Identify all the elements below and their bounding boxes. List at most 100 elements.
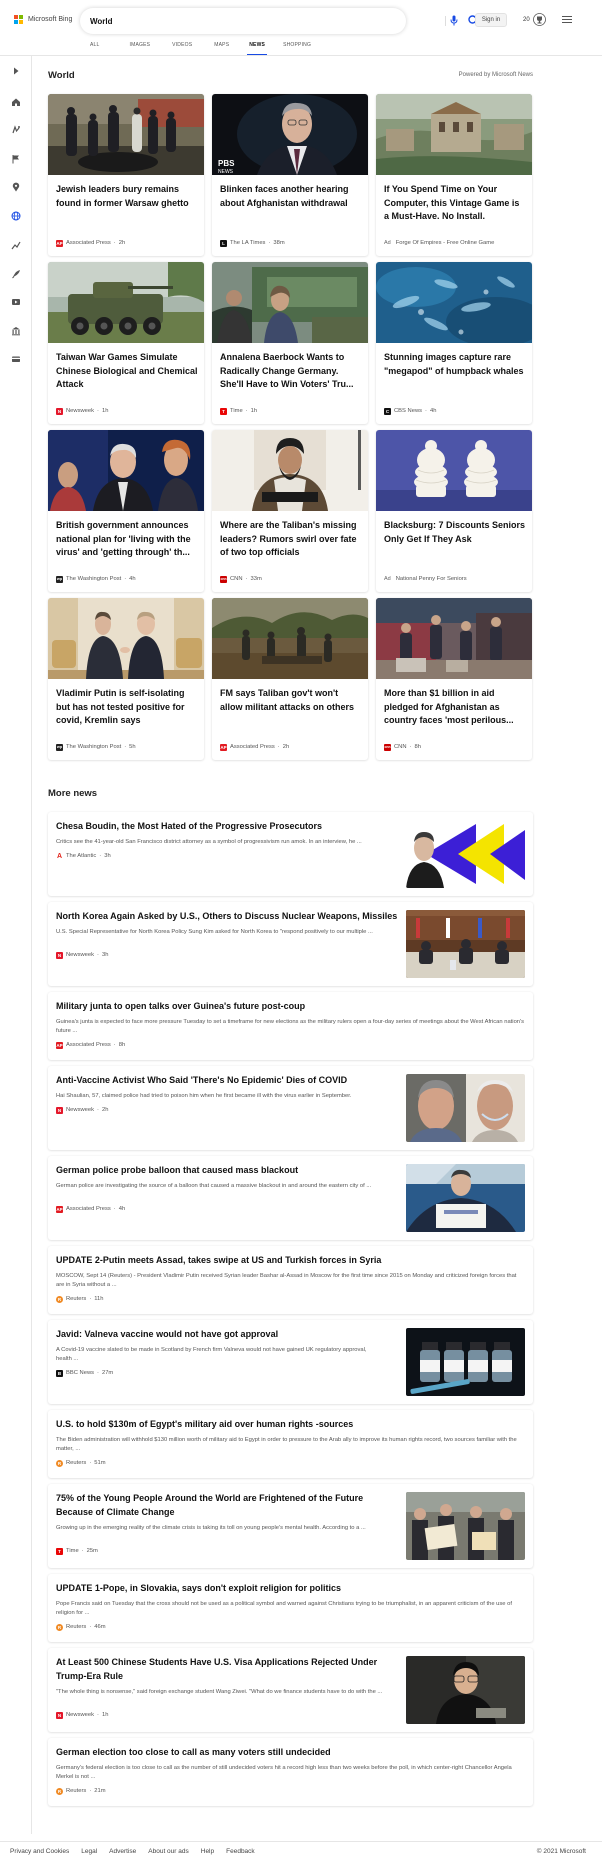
search-input[interactable] xyxy=(90,13,290,29)
source-time: 8h xyxy=(118,1042,126,1048)
footer-link-legal[interactable]: Legal xyxy=(81,1848,97,1855)
rewards-count[interactable]: 20 xyxy=(523,17,530,23)
entertainment-icon[interactable] xyxy=(11,297,21,307)
tab-videos[interactable]: VIDEOS xyxy=(172,42,192,54)
card-title[interactable]: Blacksburg: 7 Discounts Seniors Only Get… xyxy=(384,519,526,546)
home-icon[interactable] xyxy=(11,97,21,107)
source-logo-icon: N xyxy=(56,1106,63,1114)
globe-icon[interactable] xyxy=(11,211,21,221)
news-list-item[interactable]: UPDATE 2-Putin meets Assad, takes swipe … xyxy=(48,1246,533,1314)
flag-icon[interactable] xyxy=(11,154,21,164)
news-title[interactable]: At Least 500 Chinese Students Have U.S. … xyxy=(56,1656,401,1683)
card-title[interactable]: British government announces national pl… xyxy=(56,519,198,560)
menu-hamburger-icon[interactable] xyxy=(562,16,572,25)
news-list-item[interactable]: Chesa Boudin, the Most Hated of the Prog… xyxy=(48,812,533,896)
card-image xyxy=(48,94,204,175)
news-list-item[interactable]: Anti-Vaccine Activist Who Said 'There's … xyxy=(48,1066,533,1150)
card-title[interactable]: FM says Taliban gov't won't allow milita… xyxy=(220,687,362,714)
news-list-item[interactable]: 75% of the Young People Around the World… xyxy=(48,1484,533,1568)
footer-link-help[interactable]: Help xyxy=(201,1848,214,1855)
source-time: 8h xyxy=(414,744,421,750)
sign-in-button[interactable]: Sign in xyxy=(475,13,507,27)
news-source: R Reuters · 51m xyxy=(56,1459,106,1467)
news-card[interactable]: Where are the Taliban's missing leaders?… xyxy=(212,430,368,592)
rocket-icon[interactable] xyxy=(11,269,21,279)
news-title[interactable]: Anti-Vaccine Activist Who Said 'There's … xyxy=(56,1074,401,1088)
news-card[interactable]: Taiwan War Games Simulate Chinese Biolog… xyxy=(48,262,204,424)
news-card[interactable]: More than $1 billion in aid pledged for … xyxy=(376,598,532,760)
news-list-item[interactable]: Javid: Valneva vaccine would not have go… xyxy=(48,1320,533,1404)
source-logo-icon: N xyxy=(56,951,63,959)
business-icon[interactable] xyxy=(11,240,21,250)
footer-link-privacy[interactable]: Privacy and Cookies xyxy=(10,1848,69,1855)
card-title[interactable]: Vladimir Putin is self-isolating but has… xyxy=(56,687,198,728)
news-source: B BBC News · 27m xyxy=(56,1369,114,1377)
card-title[interactable]: If You Spend Time on Your Computer, this… xyxy=(384,183,526,224)
tab-maps[interactable]: MAPS xyxy=(214,42,229,54)
news-card[interactable]: British government announces national pl… xyxy=(48,430,204,592)
search-box[interactable] xyxy=(80,8,479,34)
news-list-item[interactable]: U.S. to hold $130m of Egypt's military a… xyxy=(48,1410,533,1478)
news-list-item[interactable]: At Least 500 Chinese Students Have U.S. … xyxy=(48,1648,533,1732)
news-list-item[interactable]: German election too close to call as man… xyxy=(48,1738,533,1806)
card-image xyxy=(376,262,532,343)
card-title[interactable]: Where are the Taliban's missing leaders?… xyxy=(220,519,362,560)
card-title[interactable]: Jewish leaders bury remains found in for… xyxy=(56,183,198,210)
news-card[interactable]: Jewish leaders bury remains found in for… xyxy=(48,94,204,256)
news-source: R Reuters · 11h xyxy=(56,1295,104,1303)
news-list-item[interactable]: German police probe balloon that caused … xyxy=(48,1156,533,1240)
card-icon[interactable] xyxy=(11,354,21,364)
news-title[interactable]: North Korea Again Asked by U.S., Others … xyxy=(56,910,401,924)
news-title[interactable]: UPDATE 2-Putin meets Assad, takes swipe … xyxy=(56,1254,526,1268)
footer-link-about-ads[interactable]: About our ads xyxy=(148,1848,188,1855)
bing-logo[interactable]: Microsoft Bing xyxy=(14,15,72,24)
source-time: 1h xyxy=(250,408,258,414)
news-title[interactable]: Military junta to open talks over Guinea… xyxy=(56,1000,526,1014)
news-card[interactable]: FM says Taliban gov't won't allow milita… xyxy=(212,598,368,760)
news-title[interactable]: UPDATE 1-Pope, in Slovakia, says don't e… xyxy=(56,1582,526,1596)
news-description: Critics see the 41-year-old San Francisc… xyxy=(56,839,362,845)
news-title[interactable]: Javid: Valneva vaccine would not have go… xyxy=(56,1328,401,1342)
tab-all[interactable]: ALL xyxy=(90,42,100,54)
news-card[interactable]: PBS NEWS Blinken faces another hearing a… xyxy=(212,94,368,256)
microphone-icon[interactable] xyxy=(450,15,458,26)
building-icon[interactable] xyxy=(11,326,21,336)
news-title[interactable]: Chesa Boudin, the Most Hated of the Prog… xyxy=(56,820,396,834)
news-list-item[interactable]: North Korea Again Asked by U.S., Others … xyxy=(48,902,533,986)
rewards-trophy-icon[interactable] xyxy=(533,13,546,26)
card-title[interactable]: Blinken faces another hearing about Afgh… xyxy=(220,183,362,210)
discover-icon[interactable] xyxy=(11,125,21,135)
news-source: N Newsweek · 2h xyxy=(56,1106,109,1114)
source-name: Time xyxy=(230,408,243,414)
news-card[interactable]: Vladimir Putin is self-isolating but has… xyxy=(48,598,204,760)
footer-link-advertise[interactable]: Advertise xyxy=(109,1848,136,1855)
news-card[interactable]: Annalena Baerbock Wants to Radically Cha… xyxy=(212,262,368,424)
news-card[interactable]: Stunning images capture rare "megapod" o… xyxy=(376,262,532,424)
collapse-arrow-icon[interactable] xyxy=(11,66,21,76)
card-title[interactable]: Taiwan War Games Simulate Chinese Biolog… xyxy=(56,351,198,392)
news-title[interactable]: German election too close to call as man… xyxy=(56,1746,526,1760)
card-title[interactable]: Annalena Baerbock Wants to Radically Cha… xyxy=(220,351,362,392)
source-name: The Washington Post xyxy=(66,576,122,582)
card-image xyxy=(376,430,532,511)
location-icon[interactable] xyxy=(11,182,21,192)
source-name: Forge Of Empires - Free Online Game xyxy=(395,240,495,246)
tab-images[interactable]: IMAGES xyxy=(130,42,151,54)
tab-shopping[interactable]: SHOPPING xyxy=(283,42,311,54)
news-description: "The whole thing is nonsense," said fore… xyxy=(56,1689,383,1695)
source-time: 3h xyxy=(104,853,111,859)
news-title[interactable]: 75% of the Young People Around the World… xyxy=(56,1492,401,1519)
ad-card[interactable]: Blacksburg: 7 Discounts Seniors Only Get… xyxy=(376,430,532,592)
news-title[interactable]: U.S. to hold $130m of Egypt's military a… xyxy=(56,1418,526,1432)
ad-card[interactable]: If You Spend Time on Your Computer, this… xyxy=(376,94,532,256)
news-title[interactable]: German police probe balloon that caused … xyxy=(56,1164,401,1178)
tab-news[interactable]: NEWS xyxy=(247,42,267,55)
news-list-item[interactable]: Military junta to open talks over Guinea… xyxy=(48,992,533,1060)
powered-by[interactable]: Powered by Microsoft News xyxy=(459,72,533,78)
card-title[interactable]: More than $1 billion in aid pledged for … xyxy=(384,687,526,728)
card-title[interactable]: Stunning images capture rare "megapod" o… xyxy=(384,351,526,378)
footer-link-feedback[interactable]: Feedback xyxy=(226,1848,255,1855)
news-list-item[interactable]: UPDATE 1-Pope, in Slovakia, says don't e… xyxy=(48,1574,533,1642)
source-time: 27m xyxy=(101,1370,114,1376)
source-logo-icon: R xyxy=(56,1623,63,1631)
